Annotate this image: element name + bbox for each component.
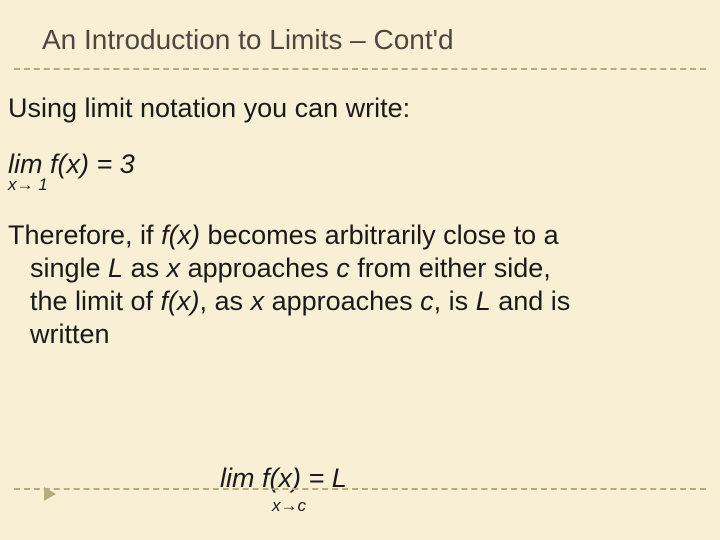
divider-top	[14, 68, 706, 70]
equation-1: lim f(x) = 3 x→ 1	[8, 151, 712, 193]
bullet-triangle-icon	[44, 487, 58, 501]
divider-bottom	[14, 488, 706, 490]
slide: An Introduction to Limits – Cont'd Using…	[0, 0, 720, 540]
slide-title: An Introduction to Limits – Cont'd	[42, 24, 454, 56]
paragraph-2: Therefore, if f(x) becomes arbitrarily c…	[8, 219, 712, 351]
paragraph-1: Using limit notation you can write:	[8, 92, 712, 125]
slide-body: Using limit notation you can write: lim …	[8, 92, 712, 351]
footer-row	[0, 488, 720, 518]
